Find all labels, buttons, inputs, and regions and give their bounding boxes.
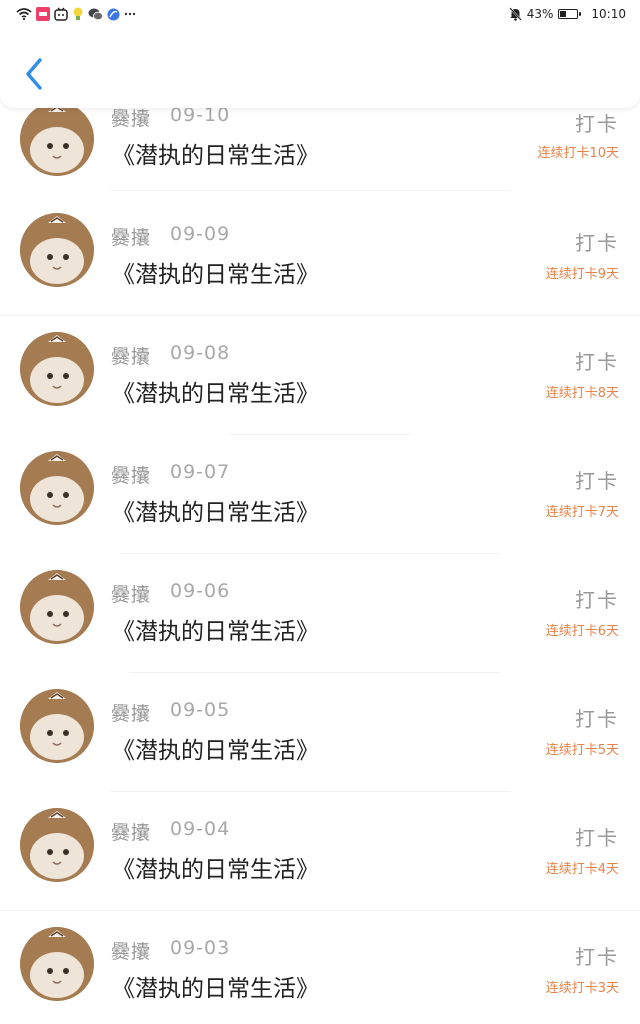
username: 爨攮: [111, 346, 152, 368]
bell-off-icon: [508, 7, 522, 21]
username: 爨攮: [111, 941, 152, 963]
divider: [110, 791, 510, 792]
divider: [120, 553, 500, 554]
checkin-label[interactable]: 打卡: [575, 584, 619, 613]
avatar[interactable]: [20, 927, 94, 1001]
streak-text: 连续打卡7天: [545, 505, 619, 520]
battery-level: [560, 11, 567, 17]
avatar[interactable]: [20, 332, 94, 406]
streak-text: 连续打卡3天: [545, 981, 619, 996]
checkin-label[interactable]: 打卡: [575, 346, 619, 375]
username: 爨攮: [111, 584, 152, 606]
book-title[interactable]: 《潜执的日常生活》: [112, 255, 319, 289]
username: 爨攮: [111, 227, 152, 249]
checkin-label[interactable]: 打卡: [575, 703, 619, 732]
streak-text: 连续打卡9天: [545, 267, 619, 282]
post-date: 09-06: [170, 580, 231, 602]
avatar[interactable]: [20, 689, 94, 763]
streak-text: 连续打卡5天: [545, 743, 619, 758]
post-date: 09-03: [170, 937, 231, 959]
post-date: 09-09: [170, 223, 231, 245]
username: 爨攮: [111, 465, 152, 487]
clock: 10:10: [591, 7, 626, 21]
username: 爨攮: [111, 822, 152, 844]
bilibili-icon: [54, 7, 68, 21]
checkin-label[interactable]: 打卡: [575, 822, 619, 851]
divider: [230, 434, 410, 435]
avatar[interactable]: [20, 102, 94, 176]
list-item[interactable]: 爨攮 09-08 《潜执的日常生活》 打卡 连续打卡8天: [0, 332, 640, 462]
status-icons-left: [16, 6, 136, 22]
checkin-label[interactable]: 打卡: [575, 108, 619, 137]
book-title[interactable]: 《潜执的日常生活》: [112, 493, 319, 527]
app-badge-icon: [36, 7, 50, 21]
username: 爨攮: [111, 703, 152, 725]
checkin-label[interactable]: 打卡: [575, 227, 619, 256]
divider: [0, 910, 640, 911]
divider: [130, 672, 500, 673]
checkin-label[interactable]: 打卡: [575, 465, 619, 494]
divider: [110, 190, 510, 191]
screen: 爨攮 09-10 《潜执的日常生活》 打卡 连续打卡10天 爨攮 09-09 《…: [0, 0, 640, 1024]
book-title[interactable]: 《潜执的日常生活》: [112, 850, 319, 884]
list-item[interactable]: 爨攮 09-07 《潜执的日常生活》 打卡 连续打卡7天: [0, 451, 640, 581]
status-bar: 43% 10:10: [0, 0, 640, 28]
book-title[interactable]: 《潜执的日常生活》: [112, 969, 319, 1003]
list-item[interactable]: 爨攮 09-05 《潜执的日常生活》 打卡 连续打卡5天: [0, 689, 640, 819]
battery-percent: 43%: [526, 7, 554, 21]
streak-text: 连续打卡4天: [545, 862, 619, 877]
list-item[interactable]: 爨攮 09-10 《潜执的日常生活》 打卡 连续打卡10天: [0, 102, 640, 232]
list-item[interactable]: 爨攮 09-06 《潜执的日常生活》 打卡 连续打卡6天: [0, 570, 640, 700]
list-item[interactable]: 爨攮 09-03 《潜执的日常生活》 打卡 连续打卡3天: [0, 927, 640, 1024]
list-item[interactable]: 爨攮 09-04 《潜执的日常生活》 打卡 连续打卡4天: [0, 808, 640, 938]
divider: [0, 315, 640, 316]
header: 43% 10:10: [0, 0, 640, 108]
wechat-icon: [88, 8, 103, 20]
avatar[interactable]: [20, 213, 94, 287]
streak-text: 连续打卡10天: [537, 146, 619, 161]
more-dots-icon: [124, 12, 136, 16]
checkin-label[interactable]: 打卡: [575, 941, 619, 970]
streak-text: 连续打卡8天: [545, 386, 619, 401]
username: 爨攮: [111, 108, 152, 130]
post-date: 09-05: [170, 699, 231, 721]
post-date: 09-07: [170, 461, 231, 483]
post-date: 09-04: [170, 818, 231, 840]
book-title[interactable]: 《潜执的日常生活》: [112, 731, 319, 765]
chevron-left-icon: [26, 58, 42, 90]
bulb-icon: [73, 7, 83, 20]
avatar[interactable]: [20, 808, 94, 882]
wifi-icon: [16, 8, 32, 20]
post-date: 09-08: [170, 342, 231, 364]
book-title[interactable]: 《潜执的日常生活》: [112, 374, 319, 408]
avatar[interactable]: [20, 451, 94, 525]
status-icons-right: 43% 10:10: [508, 4, 626, 24]
avatar[interactable]: [20, 570, 94, 644]
battery-charging-icon: [558, 9, 582, 19]
book-title[interactable]: 《潜执的日常生活》: [112, 612, 319, 646]
list-item[interactable]: 爨攮 09-09 《潜执的日常生活》 打卡 连续打卡9天: [0, 213, 640, 343]
back-button[interactable]: [20, 54, 50, 94]
streak-text: 连续打卡6天: [545, 624, 619, 639]
browser-icon: [107, 8, 120, 20]
book-title[interactable]: 《潜执的日常生活》: [112, 136, 319, 170]
